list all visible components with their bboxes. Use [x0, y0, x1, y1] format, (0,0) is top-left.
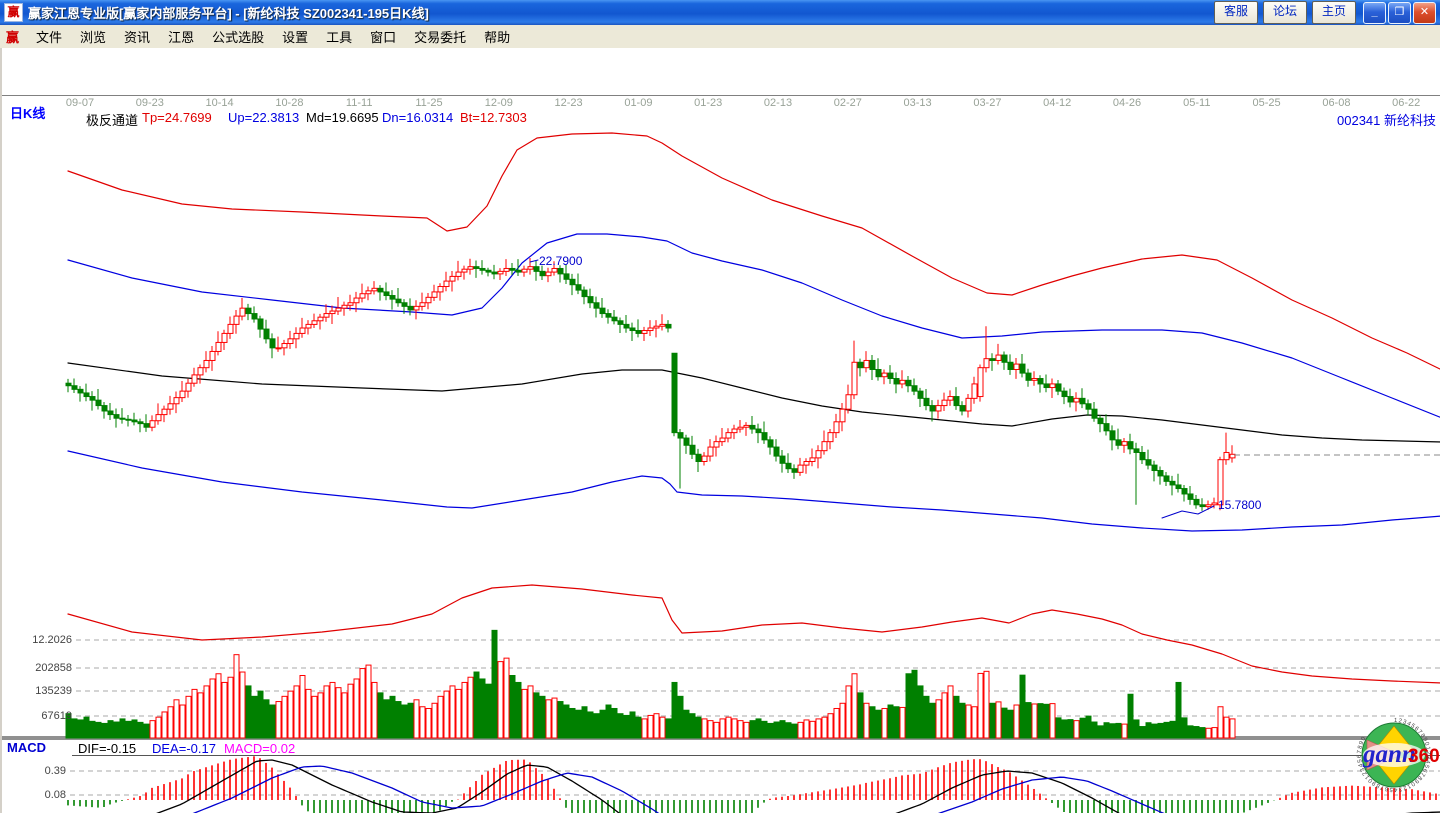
stock-code-name-label[interactable]: 002341 新纶科技 [1337, 110, 1436, 129]
volume-group [65, 629, 1236, 739]
kline-period-label[interactable]: 日K线 [10, 103, 45, 122]
x-axis-tick: 09-07 [65, 97, 95, 109]
x-axis-tick: 03-13 [903, 97, 932, 109]
menu-item[interactable]: 公式选股 [203, 28, 273, 47]
menu-item[interactable]: 文件 [27, 28, 71, 47]
y-axis-tick: 12.2026 [32, 634, 72, 646]
x-axis-tick: 02-27 [833, 97, 862, 109]
high-price-annotation: 22.7900 [539, 254, 583, 268]
application-window: 赢 赢家江恩专业版[赢家内部服务平台] - [新纶科技 SZ002341-195… [0, 0, 1440, 813]
x-axis-tick: 06-22 [1392, 97, 1421, 109]
x-axis-tick: 11-25 [415, 97, 443, 109]
x-axis-tick: 12-09 [484, 97, 513, 109]
macd-hist-value: MACD=0.02 [224, 741, 296, 756]
x-axis-tick: 12-23 [554, 97, 583, 109]
x-axis-tick: 02-13 [763, 97, 793, 109]
macd-dif-value: DIF=-0.15 [78, 741, 137, 756]
indicator-value-up: Up=22.3813 [228, 110, 300, 125]
menu-items: 文件 浏览 资讯 江恩 公式选股 设置 工具 窗口 交易委托 帮助 [27, 27, 519, 46]
indicator-value-tp: Tp=24.7699 [142, 110, 212, 125]
indicator-value-dn: Dn=16.0314 [382, 110, 454, 125]
indicator-value-md: Md=19.6695 [306, 110, 379, 125]
minimize-button[interactable]: _ [1363, 1, 1386, 24]
x-axis-tick: 04-12 [1043, 97, 1072, 109]
window-title: 赢家江恩专业版[赢家内部服务平台] - [新纶科技 SZ002341-195日K… [28, 6, 429, 21]
chart-area[interactable]: 09-07 09-23 10-14 10-28 11-11 11-25 12-09 12-23… [0, 48, 1440, 813]
y-axis-tick: 202858 [35, 662, 72, 674]
x-axis-tick: 03-27 [973, 97, 1002, 109]
homepage-button[interactable]: 主页 [1311, 1, 1356, 24]
x-axis-tick: 04-26 [1112, 97, 1142, 109]
y-axis-tick: 0.08 [44, 789, 66, 801]
menu-item[interactable]: 交易委托 [405, 28, 475, 47]
menu-bar: 赢 文件 浏览 资讯 江恩 公式选股 设置 工具 窗口 交易委托 帮助 [0, 25, 1440, 49]
x-axis-tick: 06-08 [1322, 97, 1351, 109]
macd-histogram [67, 756, 1437, 813]
menu-item[interactable]: 帮助 [475, 28, 519, 47]
low-price-annotation: 15.7800 [1218, 498, 1262, 512]
x-axis-tick: 11-11 [345, 97, 373, 109]
y-axis-tick: 135239 [35, 685, 72, 697]
indicator-value-bt: Bt=12.7303 [460, 110, 527, 125]
gann360-logo: gann 360 1234567890123456789012345678901… [1357, 718, 1440, 792]
macd-dea-value: DEA=-0.17 [152, 741, 216, 756]
forum-button[interactable]: 论坛 [1262, 1, 1307, 24]
channel-lines [67, 132, 1440, 684]
macd-pane [67, 756, 1440, 813]
menu-logo-icon: 赢 [6, 30, 20, 45]
x-axis-tick: 10-28 [275, 97, 304, 109]
menu-item[interactable]: 资讯 [115, 28, 159, 47]
menu-item[interactable]: 浏览 [71, 28, 115, 47]
menu-item[interactable]: 窗口 [361, 28, 405, 47]
close-button[interactable]: ✕ [1413, 1, 1436, 24]
y-axis-tick: 0.39 [44, 765, 66, 777]
menu-item[interactable]: 工具 [317, 28, 361, 47]
indicator-name-label[interactable]: 极反通道 [86, 110, 138, 129]
x-axis-tick: 01-23 [694, 97, 723, 109]
menu-item[interactable]: 江恩 [159, 28, 203, 47]
macd-pane-label[interactable]: MACD [7, 740, 46, 755]
x-axis-tick: 10-14 [205, 97, 234, 109]
app-icon: 赢 [4, 3, 23, 22]
x-axis-tick: 01-09 [624, 97, 653, 109]
annotation-lines [529, 259, 1440, 519]
y-axis-tick: 67619 [41, 710, 72, 722]
x-axis-tick: 09-23 [135, 97, 164, 109]
kline-chart-canvas[interactable] [2, 48, 1440, 813]
x-axis-tick: 05-25 [1252, 97, 1281, 109]
restore-button[interactable]: ❐ [1388, 1, 1411, 24]
chart-frame [2, 95, 1440, 756]
x-axis-tick: 05-11 [1183, 97, 1211, 109]
title-bar[interactable]: 赢 赢家江恩专业版[赢家内部服务平台] - [新纶科技 SZ002341-195… [0, 0, 1440, 25]
customer-service-button[interactable]: 客服 [1213, 1, 1258, 24]
menu-item[interactable]: 设置 [273, 28, 317, 47]
